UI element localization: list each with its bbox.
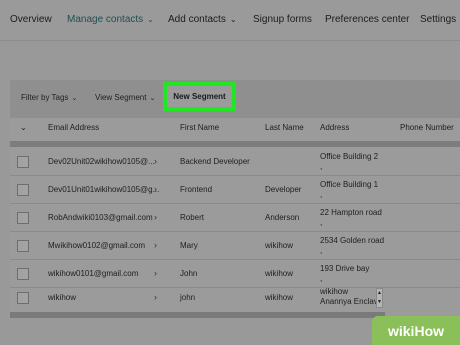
address-cell: 193 Drive bay — [320, 264, 370, 273]
nav-overview[interactable]: Overview — [10, 14, 52, 25]
wikihow-logo: wiki How — [372, 316, 460, 345]
table-row[interactable]: RobAndwiki0103@gmail.com › Robert Anders… — [10, 204, 460, 232]
chevron-down-icon: ⌄ — [71, 95, 78, 102]
column-address[interactable]: Address — [320, 123, 349, 132]
last-name-cell: Anderson — [265, 213, 300, 222]
new-segment-button[interactable]: New Segment — [163, 82, 236, 111]
row-checkbox[interactable] — [17, 292, 29, 304]
email-cell: Dev01Unit01wikihow0105@g... — [48, 185, 160, 194]
email-cell: Dev02Unit02wikihow0105@... — [48, 157, 155, 166]
nav-add-contacts-label: Add contacts — [168, 14, 226, 25]
table-row[interactable]: wikihow › john wikihow wikihow Anannya E… — [10, 286, 460, 310]
new-segment-label: New Segment — [173, 92, 226, 101]
horizontal-scrollbar-bottom[interactable] — [10, 312, 385, 318]
row-checkbox[interactable] — [17, 156, 29, 168]
nav-signup-forms[interactable]: Signup forms — [253, 14, 312, 25]
address-cell: 22 Hampton road — [320, 208, 382, 217]
chevron-right-icon[interactable]: › — [154, 184, 157, 194]
address-cell: 2534 Golden road — [320, 236, 385, 245]
last-name-cell: wikihow — [265, 241, 294, 250]
email-cell: wikihow0101@gmail.com — [48, 269, 139, 278]
first-name-cell: Mary — [180, 241, 198, 250]
address-cell: Office Building 2 — [320, 152, 379, 161]
address-line2-cell: , — [320, 162, 323, 171]
view-segment-label: View Segment — [95, 93, 147, 102]
chevron-right-icon[interactable]: › — [154, 292, 157, 302]
address-line2-cell: , — [320, 274, 323, 283]
address-line2-cell: , — [320, 218, 323, 227]
last-name-cell: Developer — [265, 185, 302, 194]
table-row[interactable]: wikihow0101@gmail.com › John wikihow 193… — [10, 260, 460, 288]
horizontal-scrollbar[interactable] — [10, 141, 460, 147]
row-checkbox[interactable] — [17, 184, 29, 196]
last-name-cell: wikihow — [265, 269, 294, 278]
nav-manage-contacts[interactable]: Manage contacts ⌄ — [67, 14, 154, 25]
column-email-address[interactable]: Email Address — [48, 123, 99, 132]
first-name-cell: John — [180, 269, 198, 278]
address-line2-cell: , — [320, 246, 323, 255]
filter-by-tags-label: Filter by Tags — [21, 93, 69, 102]
nav-settings[interactable]: Settings — [420, 14, 456, 25]
first-name-cell: Robert — [180, 213, 205, 222]
row-checkbox[interactable] — [17, 212, 29, 224]
row-checkbox[interactable] — [17, 268, 29, 280]
watermark-wiki: wiki — [387, 322, 415, 339]
email-cell: RobAndwiki0103@gmail.com — [48, 213, 153, 222]
watermark-how: How — [414, 322, 445, 339]
table-row[interactable]: Dev01Unit01wikihow0105@g... › Frontend D… — [10, 176, 460, 204]
column-phone-number[interactable]: Phone Number — [400, 123, 454, 132]
table-row[interactable]: Dev02Unit02wikihow0105@... › Backend Dev… — [10, 148, 460, 176]
nav-add-contacts[interactable]: Add contacts ⌄ — [168, 14, 237, 25]
address-cell: wikihow — [320, 287, 349, 296]
address-line2-cell: Anannya Enclave — [320, 297, 383, 306]
chevron-down-icon: ⌄ — [149, 95, 156, 102]
nav-preferences-center[interactable]: Preferences center — [325, 14, 410, 25]
nav-manage-contacts-label: Manage contacts — [67, 14, 144, 25]
table-header: ⌄ Email Address First Name Last Name Add… — [10, 118, 460, 140]
address-scroll-arrows[interactable]: ▲ ▼ — [376, 288, 383, 308]
chevron-right-icon[interactable]: › — [154, 268, 157, 278]
table-row[interactable]: Mwikihow0102@gmail.com › Mary wikihow 25… — [10, 232, 460, 260]
chevron-down-icon: ⌄ — [147, 15, 154, 24]
email-cell: wikihow — [48, 293, 77, 302]
chevron-right-icon[interactable]: › — [154, 212, 157, 222]
address-line2-cell: , — [320, 190, 323, 199]
last-name-cell: wikihow — [265, 293, 294, 302]
email-cell: Mwikihow0102@gmail.com — [48, 241, 146, 250]
top-navigation: Overview Manage contacts ⌄ Add contacts ⌄ … — [0, 0, 460, 41]
first-name-cell: john — [180, 293, 196, 302]
first-name-cell: Frontend — [180, 185, 213, 194]
column-last-name[interactable]: Last Name — [265, 123, 304, 132]
view-segment-button[interactable]: View Segment ⌄ — [95, 93, 155, 102]
first-name-cell: Backend Developer — [180, 157, 250, 166]
chevron-right-icon[interactable]: › — [154, 240, 157, 250]
address-cell: Office Building 1 — [320, 180, 379, 189]
filter-by-tags-button[interactable]: Filter by Tags ⌄ — [21, 93, 77, 102]
chevron-down-icon: ⌄ — [229, 15, 237, 24]
chevron-right-icon[interactable]: › — [154, 156, 157, 166]
row-checkbox[interactable] — [17, 240, 29, 252]
select-all-chevron-icon[interactable]: ⌄ — [20, 123, 27, 132]
column-first-name[interactable]: First Name — [180, 123, 219, 132]
